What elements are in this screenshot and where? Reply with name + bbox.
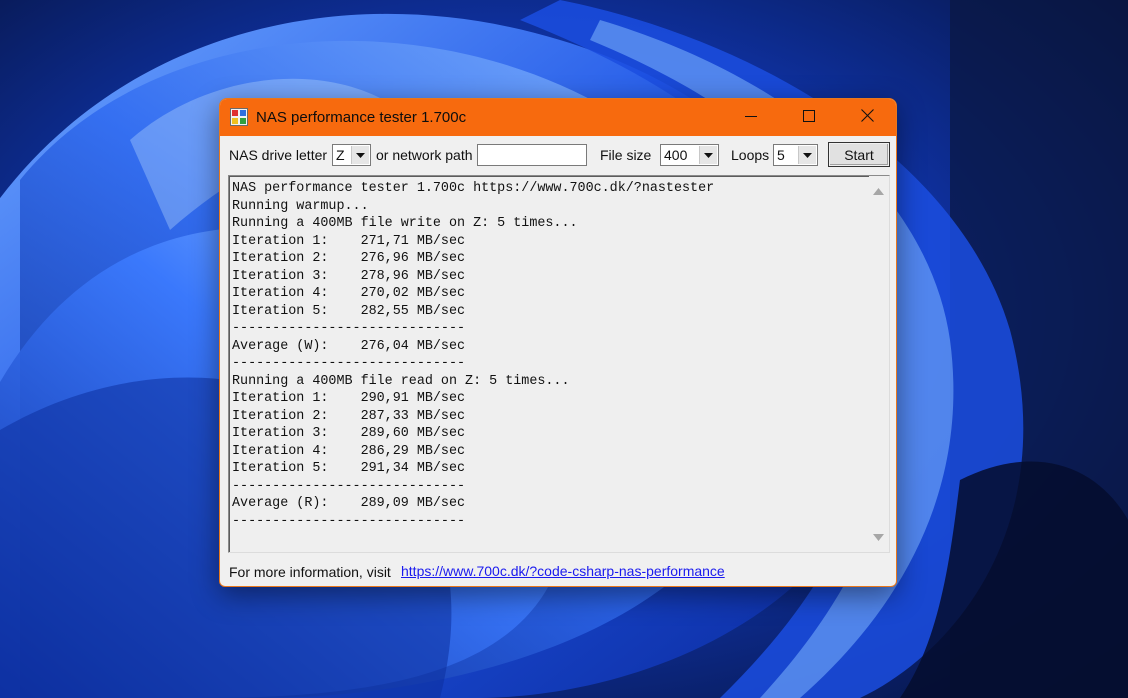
maximize-button[interactable] xyxy=(780,99,838,136)
title-bar[interactable]: NAS performance tester 1.700c xyxy=(220,99,896,136)
log-line: Running a 400MB file write on Z: 5 times… xyxy=(232,216,578,231)
loops-select[interactable]: 5 xyxy=(773,144,818,166)
log-line: Running warmup... xyxy=(232,198,369,214)
log-line: Iteration 5: 282,55 MB/sec xyxy=(232,303,466,319)
maximize-icon xyxy=(803,109,815,127)
log-line: Iteration 4: 286,29 MB/sec xyxy=(232,443,466,459)
close-icon xyxy=(860,108,874,127)
log-line: Iteration 3: 289,60 MB/sec xyxy=(232,426,466,441)
log-line: Average (W): 276,04 MB/sec xyxy=(232,338,466,354)
scroll-up-icon[interactable] xyxy=(873,182,884,200)
loops-value: 5 xyxy=(777,147,785,163)
log-line: ----------------------------- xyxy=(232,321,466,336)
file-size-label: File size xyxy=(600,147,652,163)
loops-label: Loops xyxy=(731,147,770,163)
network-path-label: or network path xyxy=(376,147,473,163)
dropdown-arrow-icon[interactable] xyxy=(699,146,717,164)
log-text: NAS performance tester 1.700c https://ww… xyxy=(232,180,866,548)
drive-letter-select[interactable]: Z xyxy=(332,144,371,166)
output-log[interactable]: NAS performance tester 1.700c https://ww… xyxy=(228,175,890,553)
vertical-scrollbar[interactable] xyxy=(869,176,889,552)
close-button[interactable] xyxy=(838,99,896,136)
log-line: Iteration 2: 276,96 MB/sec xyxy=(232,251,466,266)
info-link[interactable]: https://www.700c.dk/?code-csharp-nas-per… xyxy=(401,563,725,579)
log-line: Iteration 2: 287,33 MB/sec xyxy=(232,408,466,424)
window-title: NAS performance tester 1.700c xyxy=(256,109,467,126)
log-line: Iteration 1: 290,91 MB/sec xyxy=(232,391,466,406)
log-line: ----------------------------- xyxy=(232,513,466,529)
app-window: NAS performance tester 1.700c NAS drive … xyxy=(219,98,897,587)
footer-info-label: For more information, visit xyxy=(229,564,391,580)
dropdown-arrow-icon[interactable] xyxy=(798,146,816,164)
log-line: Running a 400MB file read on Z: 5 times.… xyxy=(232,373,570,389)
minimize-icon xyxy=(745,109,757,127)
log-line: NAS performance tester 1.700c https://ww… xyxy=(232,181,715,196)
drive-letter-label: NAS drive letter xyxy=(229,147,328,163)
log-line: Iteration 3: 278,96 MB/sec xyxy=(232,268,466,284)
log-line: Iteration 4: 270,02 MB/sec xyxy=(232,286,466,301)
minimize-button[interactable] xyxy=(722,99,780,136)
file-size-select[interactable]: 400 xyxy=(660,144,719,166)
log-line: Average (R): 289,09 MB/sec xyxy=(232,496,466,511)
app-icon xyxy=(230,108,248,126)
log-line: Iteration 1: 271,71 MB/sec xyxy=(232,233,466,249)
start-button[interactable]: Start xyxy=(828,142,890,167)
network-path-input[interactable] xyxy=(477,144,587,166)
file-size-value: 400 xyxy=(664,147,688,163)
log-line: ----------------------------- xyxy=(232,356,466,371)
dropdown-arrow-icon[interactable] xyxy=(351,146,369,164)
log-line: ----------------------------- xyxy=(232,478,466,494)
log-line: Iteration 5: 291,34 MB/sec xyxy=(232,461,466,476)
toolbar: NAS drive letter Z or network path File … xyxy=(220,136,896,172)
drive-letter-value: Z xyxy=(336,147,345,163)
scroll-down-icon[interactable] xyxy=(873,528,884,546)
